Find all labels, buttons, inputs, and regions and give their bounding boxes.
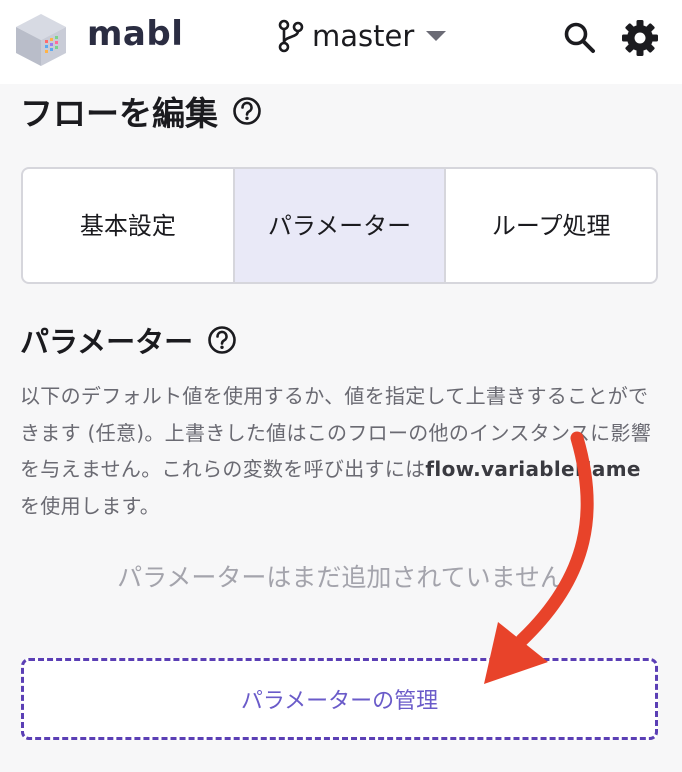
chevron-down-icon bbox=[426, 31, 447, 41]
git-branch-icon bbox=[278, 19, 304, 53]
page-title-text: フローを編集 bbox=[20, 94, 218, 133]
brand-name[interactable]: mabl bbox=[87, 14, 183, 54]
parameters-section-title: パラメーター bbox=[20, 318, 237, 362]
help-icon[interactable] bbox=[232, 96, 262, 126]
description-suffix: を使用します。 bbox=[20, 493, 161, 518]
parameters-title-text: パラメーター bbox=[20, 325, 194, 359]
page-title: フローを編集 bbox=[20, 88, 262, 134]
gear-icon[interactable] bbox=[620, 18, 660, 58]
branch-name: master bbox=[312, 19, 415, 53]
parameters-description: 以下のデフォルト値を使用するか、値を指定して上書きすることができます (任意)。… bbox=[20, 378, 660, 524]
branch-selector[interactable]: master bbox=[276, 16, 447, 56]
manage-parameters-button[interactable]: パラメーターの管理 bbox=[21, 658, 658, 740]
tab-parameters[interactable]: パラメーター bbox=[232, 169, 445, 282]
mabl-logo-icon bbox=[16, 14, 66, 66]
help-icon[interactable] bbox=[207, 325, 237, 355]
top-bar: mabl master bbox=[0, 0, 682, 84]
variable-name-code: flow.variableName bbox=[425, 457, 641, 481]
tab-loop-processing[interactable]: ループ処理 bbox=[444, 169, 656, 282]
tab-basic-settings[interactable]: 基本設定 bbox=[23, 169, 233, 282]
flow-edit-tabs: 基本設定 パラメーター ループ処理 bbox=[21, 167, 658, 284]
empty-parameters-message: パラメーターはまだ追加されていません bbox=[117, 563, 565, 592]
search-icon[interactable] bbox=[562, 20, 598, 56]
